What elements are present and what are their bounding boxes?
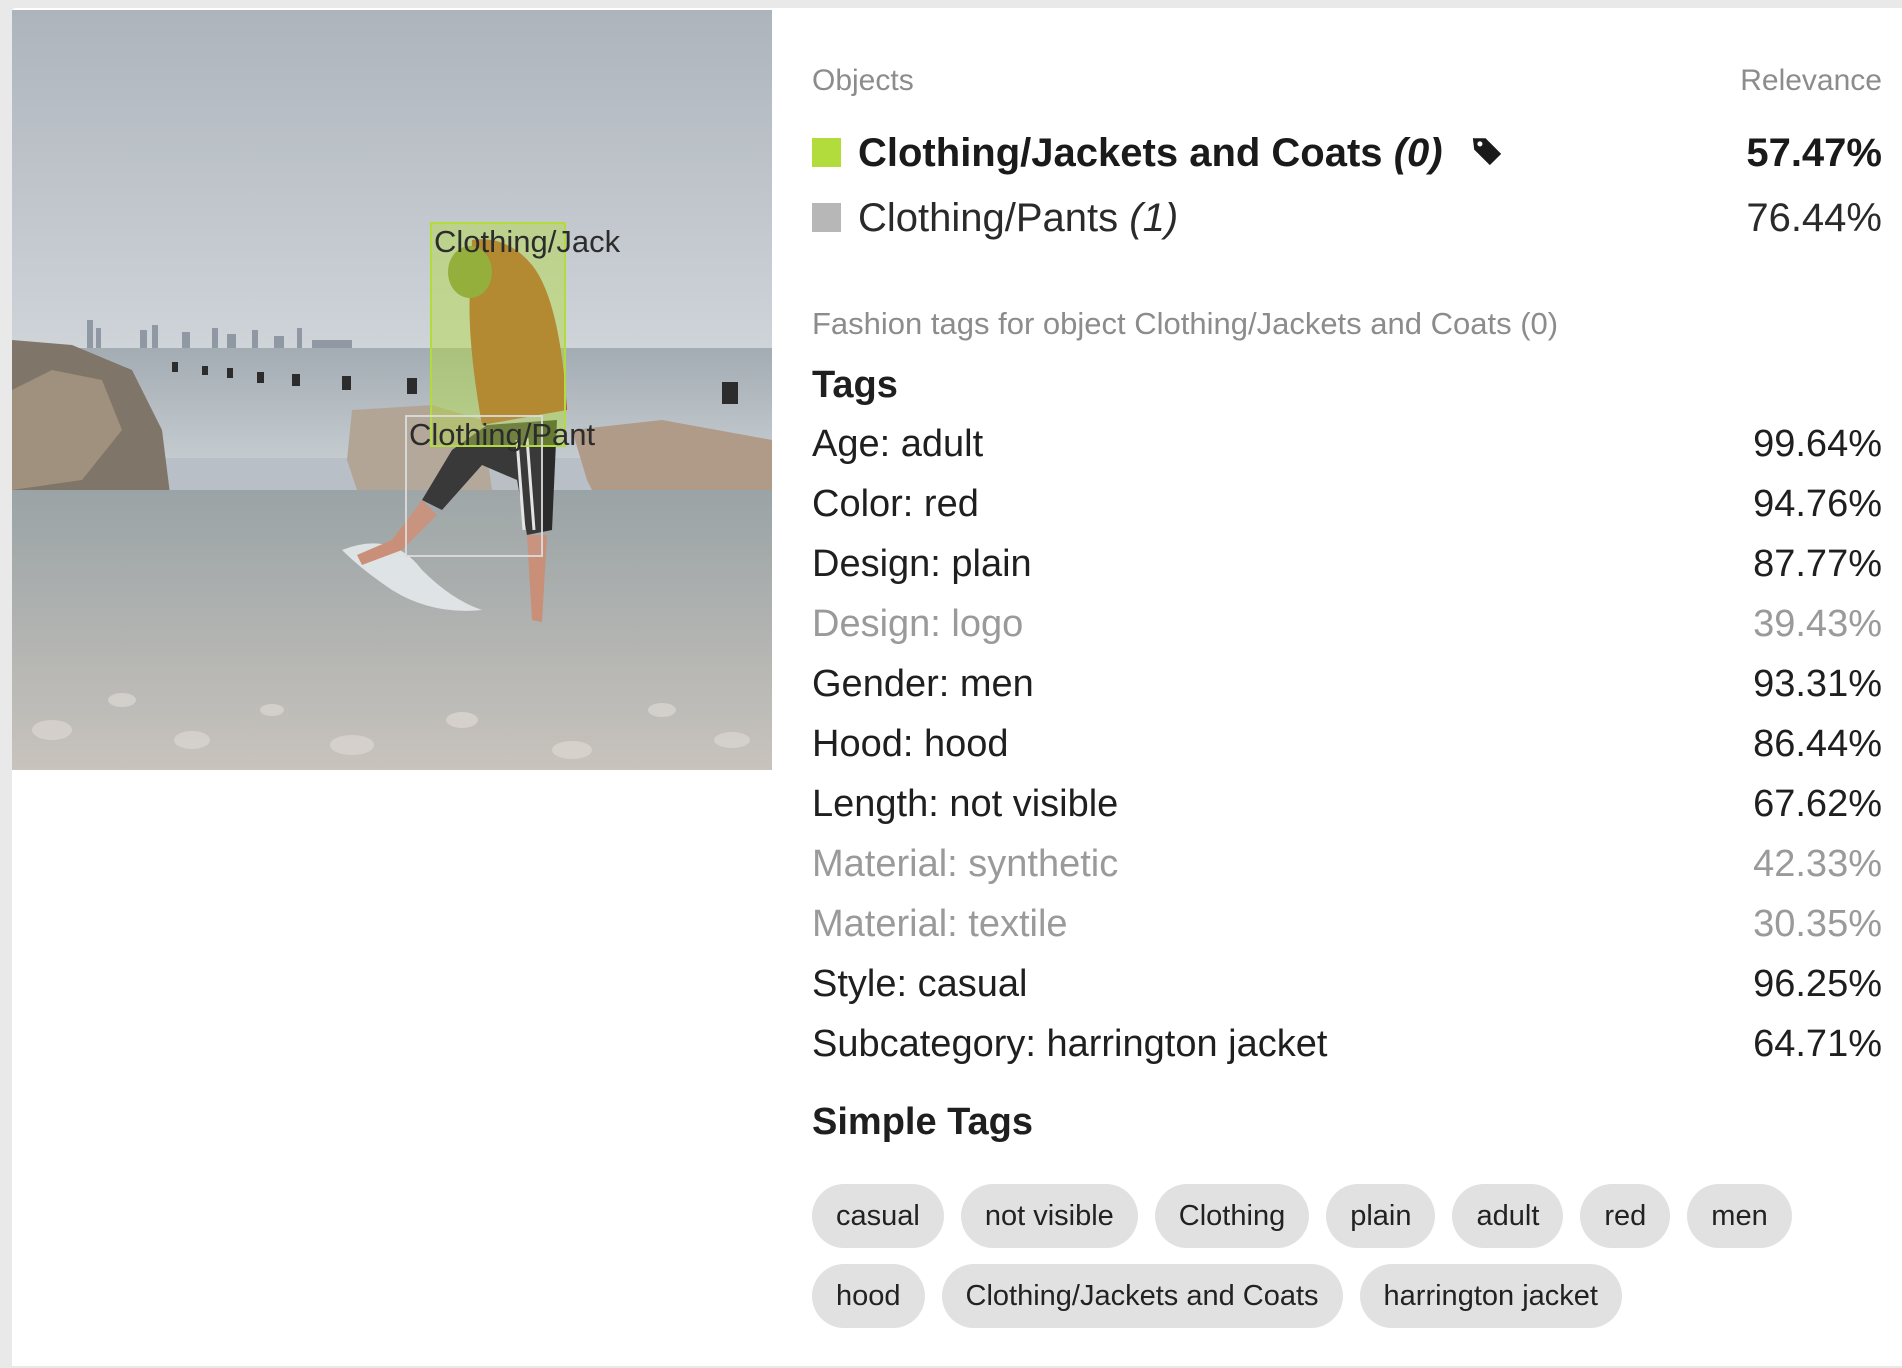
tag-row: Age: adult 99.64% bbox=[812, 421, 1882, 481]
object-index: (1) bbox=[1129, 196, 1179, 240]
object-name-text: Clothing/Jackets and Coats bbox=[858, 131, 1383, 175]
tag-value: 96.25% bbox=[1753, 963, 1882, 1005]
object-name: Clothing/Pants (1) bbox=[858, 195, 1178, 241]
tag-label: Length: not visible bbox=[812, 783, 1119, 825]
tag-value: 93.31% bbox=[1753, 663, 1882, 705]
results-panel: Objects Relevance Clothing/Jackets and C… bbox=[812, 8, 1882, 1366]
tag-value: 86.44% bbox=[1753, 723, 1882, 765]
tag-label: Color: red bbox=[812, 483, 979, 525]
tag-row: Material: textile 30.35% bbox=[812, 901, 1882, 961]
simple-tag-chip[interactable]: red bbox=[1580, 1184, 1671, 1248]
tag-value: 39.43% bbox=[1753, 603, 1882, 645]
tag-row: Length: not visible 67.62% bbox=[812, 781, 1882, 841]
bbox-jackets-coats[interactable]: Clothing/Jack bbox=[430, 222, 620, 447]
tag-value: 87.77% bbox=[1753, 543, 1882, 585]
object-relevance: 57.47% bbox=[1746, 131, 1882, 175]
tag-row: Color: red 94.76% bbox=[812, 481, 1882, 541]
tag-row: Subcategory: harrington jacket 64.71% bbox=[812, 1021, 1882, 1081]
tag-label: Hood: hood bbox=[812, 723, 1009, 765]
simple-tag-chip[interactable]: not visible bbox=[960, 1184, 1138, 1248]
object-relevance: 76.44% bbox=[1746, 196, 1882, 240]
simple-tag-chip[interactable]: adult bbox=[1452, 1184, 1564, 1248]
tag-label: Design: plain bbox=[812, 543, 1032, 585]
tag-row: Material: synthetic 42.33% bbox=[812, 841, 1882, 901]
relevance-header: Relevance bbox=[1740, 64, 1882, 97]
tag-value: 30.35% bbox=[1753, 903, 1882, 945]
simple-tag-chip[interactable]: plain bbox=[1326, 1184, 1436, 1248]
tag-label: Subcategory: harrington jacket bbox=[812, 1023, 1328, 1065]
chip-row: hood Clothing/Jackets and Coats harrington… bbox=[812, 1264, 1882, 1344]
objects-header: Objects bbox=[812, 64, 914, 97]
beach-photo bbox=[12, 10, 772, 770]
simple-tags-title: Simple Tags bbox=[812, 1101, 1034, 1143]
object-row-pants[interactable]: Clothing/Pants (1) 76.44% bbox=[812, 191, 1882, 241]
tag-label: Gender: men bbox=[812, 663, 1034, 705]
object-color-swatch bbox=[812, 138, 841, 167]
simple-tags: casual not visible Clothing plain adult red me… bbox=[812, 1184, 1882, 1344]
tag-label: Material: textile bbox=[812, 903, 1068, 945]
tag-value: 67.62% bbox=[1753, 783, 1882, 825]
object-color-swatch bbox=[812, 203, 841, 232]
bbox-label-jacket: Clothing/Jack bbox=[434, 224, 621, 259]
bbox-label-pants: Clothing/Pant bbox=[409, 417, 596, 452]
tag-value: 99.64% bbox=[1753, 423, 1882, 465]
tag-row: Hood: hood 86.44% bbox=[812, 721, 1882, 781]
simple-tag-chip[interactable]: men bbox=[1687, 1184, 1792, 1248]
tag-row: Gender: men 93.31% bbox=[812, 661, 1882, 721]
tag-label: Age: adult bbox=[812, 423, 984, 465]
tag-row: Design: plain 87.77% bbox=[812, 541, 1882, 601]
bbox-pants[interactable]: Clothing/Pant bbox=[405, 415, 595, 557]
simple-tag-chip[interactable]: Clothing/Jackets and Coats bbox=[941, 1264, 1343, 1328]
tag-value: 64.71% bbox=[1753, 1023, 1882, 1065]
tag-list: Age: adult 99.64% Color: red 94.76% Design… bbox=[812, 421, 1882, 1081]
object-index: (0) bbox=[1393, 131, 1443, 175]
chip-row: casual not visible Clothing plain adult red me… bbox=[812, 1184, 1882, 1264]
tag-row: Style: casual 96.25% bbox=[812, 961, 1882, 1021]
tag-label: Design: logo bbox=[812, 603, 1024, 645]
tag-row: Design: logo 39.43% bbox=[812, 601, 1882, 661]
tag-icon bbox=[1470, 132, 1504, 178]
simple-tag-chip[interactable]: Clothing bbox=[1154, 1184, 1310, 1248]
tag-label: Style: casual bbox=[812, 963, 1028, 1005]
tag-value: 94.76% bbox=[1753, 483, 1882, 525]
fashion-tags-subtitle: Fashion tags for object Clothing/Jackets… bbox=[812, 306, 1559, 341]
tag-label: Material: synthetic bbox=[812, 843, 1119, 885]
analyzed-image: Clothing/Jack Clothing/Pant bbox=[12, 10, 772, 770]
tag-value: 42.33% bbox=[1753, 843, 1882, 885]
tags-title: Tags bbox=[812, 364, 898, 406]
simple-tag-chip[interactable]: casual bbox=[812, 1184, 944, 1248]
object-name: Clothing/Jackets and Coats (0) bbox=[858, 130, 1504, 178]
simple-tag-chip[interactable]: hood bbox=[812, 1264, 925, 1328]
results-card: Clothing/Jack Clothing/Pant Objects Rele… bbox=[12, 8, 1902, 1366]
object-name-text: Clothing/Pants bbox=[858, 196, 1119, 240]
object-row-jackets-coats[interactable]: Clothing/Jackets and Coats (0) 57.47% bbox=[812, 126, 1882, 176]
simple-tag-chip[interactable]: harrington jacket bbox=[1359, 1264, 1622, 1328]
